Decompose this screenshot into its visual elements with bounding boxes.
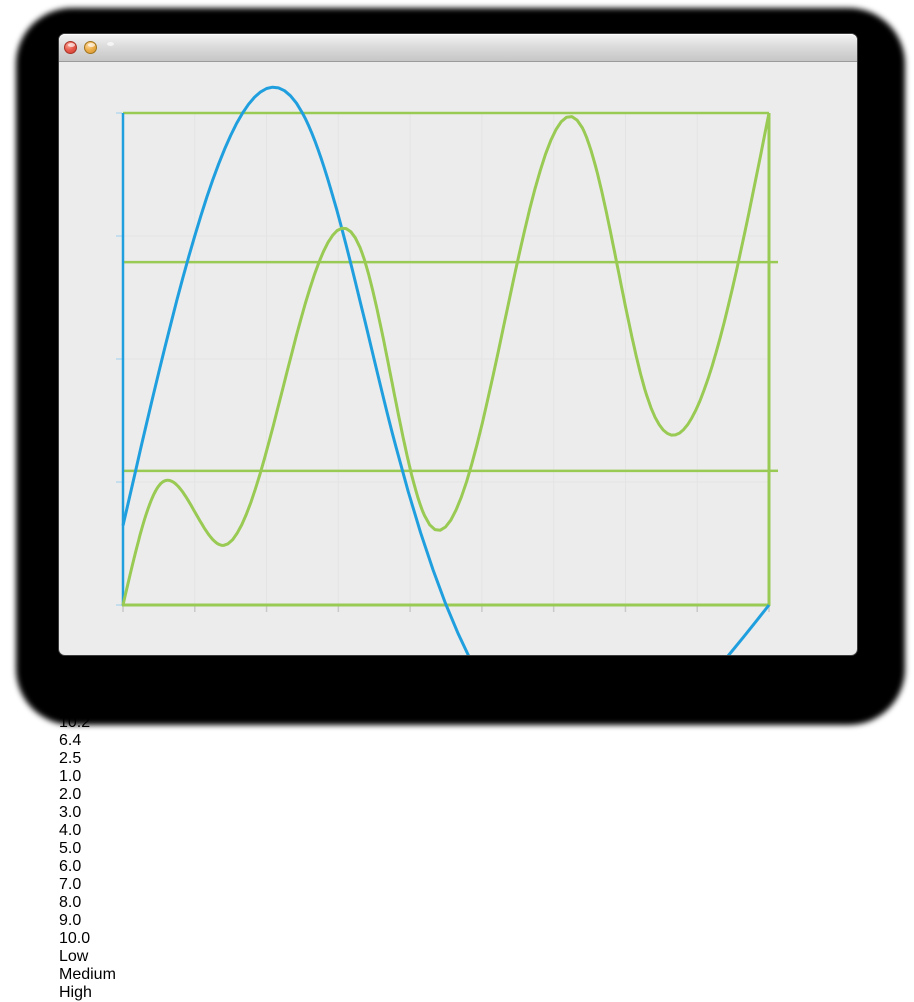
- app-window: Multiaxis chart example 18.014.110.26.42…: [59, 34, 857, 655]
- right-axis-category-label: High: [59, 984, 857, 1002]
- left-axis-tick-label: 6.4: [59, 732, 857, 750]
- x-axis-tick-label: 7.0: [59, 876, 857, 894]
- x-axis-tick-label: 4.0: [59, 822, 857, 840]
- chart-title: Multiaxis chart example: [59, 660, 857, 678]
- blue-spline-series: [123, 87, 769, 655]
- left-axis-tick-label: 10.2: [59, 714, 857, 732]
- screen: { "window": { "title": "", "buttons": { …: [0, 0, 914, 736]
- x-axis-tick-label: 6.0: [59, 858, 857, 876]
- left-axis-tick-label: 2.5: [59, 750, 857, 768]
- x-axis-tick-label: 5.0: [59, 840, 857, 858]
- right-axis-category-label: Medium: [59, 966, 857, 984]
- x-axis-tick-label: 8.0: [59, 894, 857, 912]
- x-axis-tick-label: 3.0: [59, 804, 857, 822]
- right-axis-category-label: Low: [59, 948, 857, 966]
- left-axis-tick-label: 14.1: [59, 696, 857, 714]
- close-button[interactable]: [64, 41, 77, 54]
- left-axis-tick-label: 18.0: [59, 678, 857, 696]
- x-axis-tick-label: 2.0: [59, 786, 857, 804]
- axis-labels-layer: 18.014.110.26.42.51.02.03.04.05.06.07.08…: [59, 678, 857, 1002]
- minimize-button[interactable]: [84, 41, 97, 54]
- x-axis-tick-label: 10.0: [59, 930, 857, 948]
- chart-plot-area: [59, 34, 857, 655]
- window-content: Multiaxis chart example 18.014.110.26.42…: [59, 34, 857, 1002]
- x-axis-tick-label: 9.0: [59, 912, 857, 930]
- window-titlebar[interactable]: [59, 34, 857, 62]
- x-axis-tick-label: 1.0: [59, 768, 857, 786]
- zoom-button[interactable]: [104, 41, 117, 54]
